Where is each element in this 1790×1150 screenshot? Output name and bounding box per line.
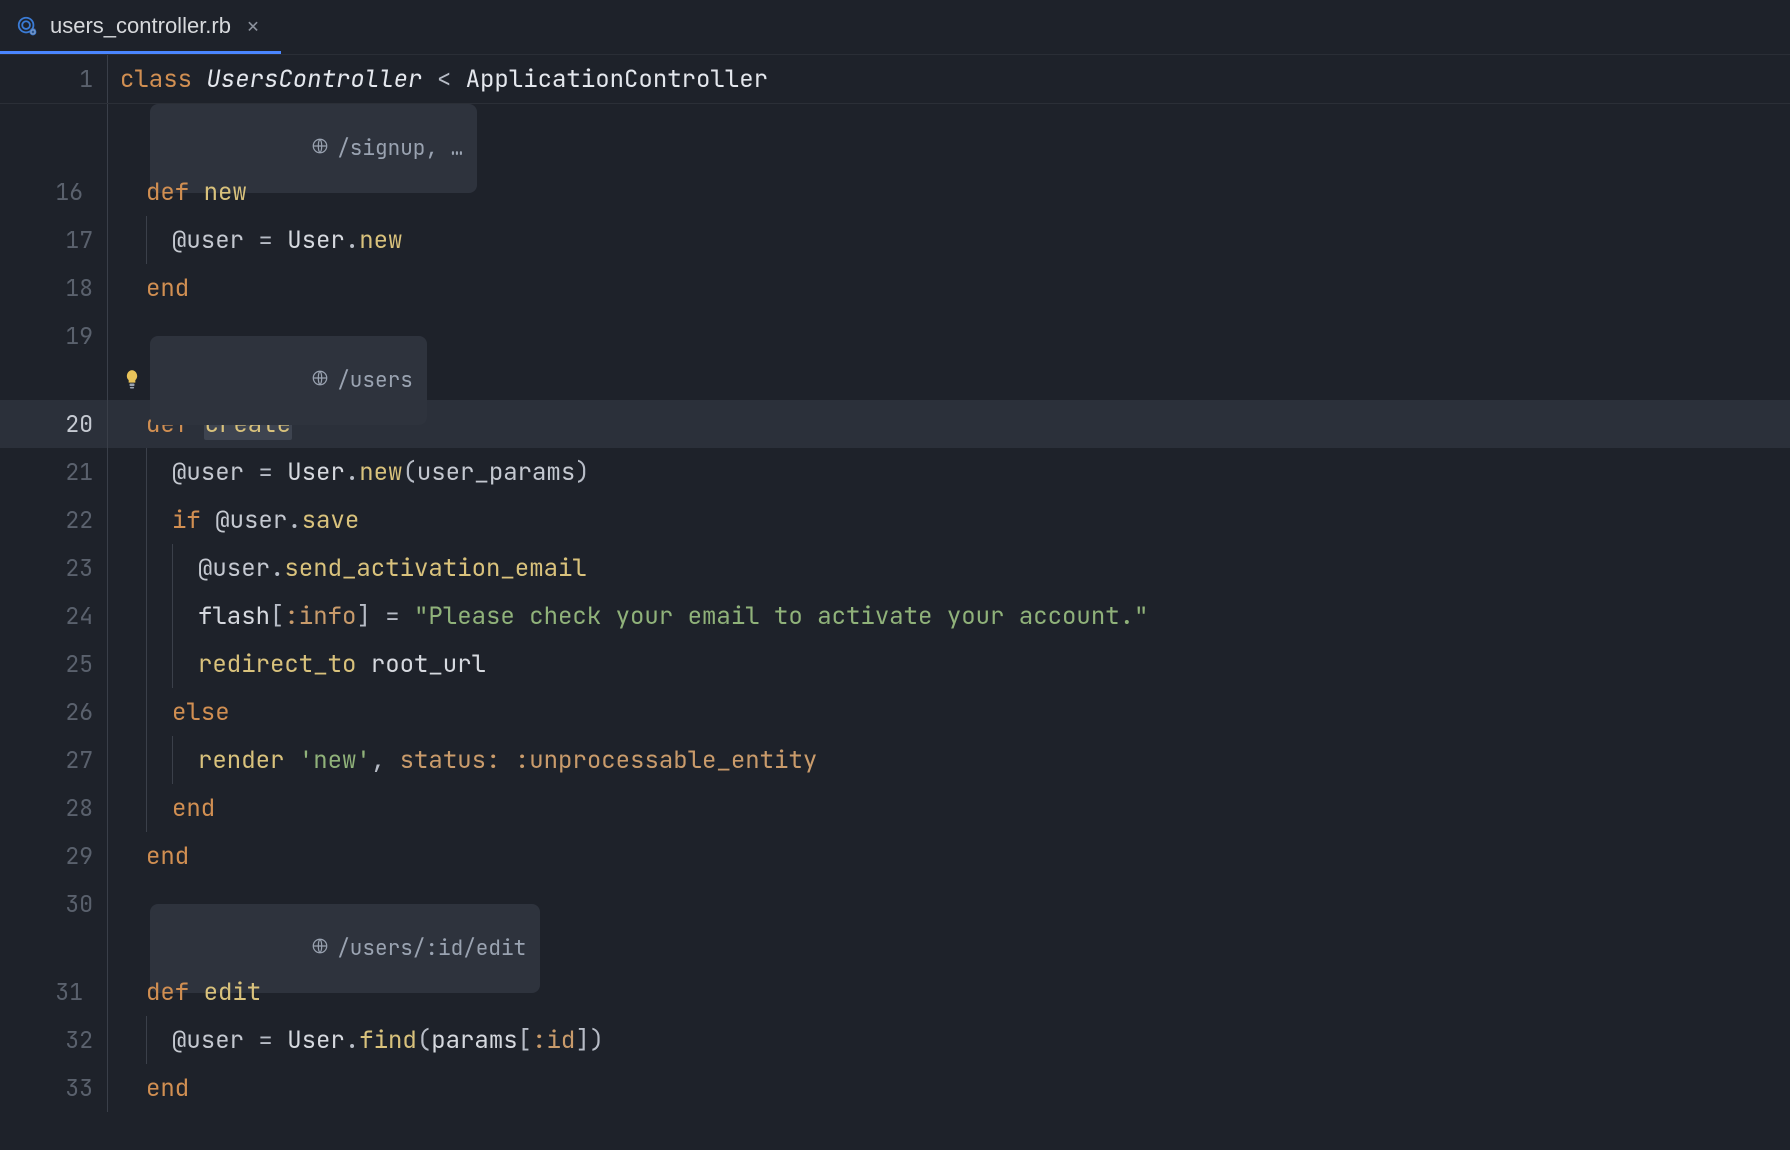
editor: 1 class UsersController < ApplicationCon… [0,54,1790,1150]
globe-icon [160,340,329,421]
lightbulb-icon[interactable] [122,368,142,394]
code-line-33[interactable]: 33 end [0,1064,1790,1112]
close-icon[interactable]: ✕ [243,14,263,38]
route-hint-users[interactable]: /users [0,360,1790,400]
code-line-32[interactable]: 32 @user = User.find(params[:id]) [0,1016,1790,1064]
code-line-23[interactable]: 23 @user.send_activation_email [0,544,1790,592]
code-line-22[interactable]: 22 if @user.save [0,496,1790,544]
code-line-18[interactable]: 18 end [0,264,1790,312]
ruby-file-icon [16,15,38,37]
tab-bar: users_controller.rb ✕ [0,0,1790,54]
code-line-25[interactable]: 25 redirect_to root_url [0,640,1790,688]
code-line-31[interactable]: 31 def edit [0,968,1790,1016]
tab-users-controller[interactable]: users_controller.rb ✕ [0,0,281,54]
code-line-16[interactable]: 16 def new [0,168,1790,216]
code-line-24[interactable]: 24 flash[:info] = "Please check your ema… [0,592,1790,640]
route-hint-edit[interactable]: /users/:id/edit [0,928,1790,968]
code-line-17[interactable]: 17 @user = User.new [0,216,1790,264]
code-line-29[interactable]: 29 end [0,832,1790,880]
route-hint-signup[interactable]: /signup, … [0,128,1790,168]
code-line-21[interactable]: 21 @user = User.new(user_params) [0,448,1790,496]
tab-title: users_controller.rb [50,13,231,39]
line-number: 1 [79,64,93,94]
code-line-1[interactable]: 1 class UsersController < ApplicationCon… [0,55,1790,103]
code-line-28[interactable]: 28 end [0,784,1790,832]
code-line-27[interactable]: 27 render 'new', status: :unprocessable_… [0,736,1790,784]
code-line-26[interactable]: 26 else [0,688,1790,736]
